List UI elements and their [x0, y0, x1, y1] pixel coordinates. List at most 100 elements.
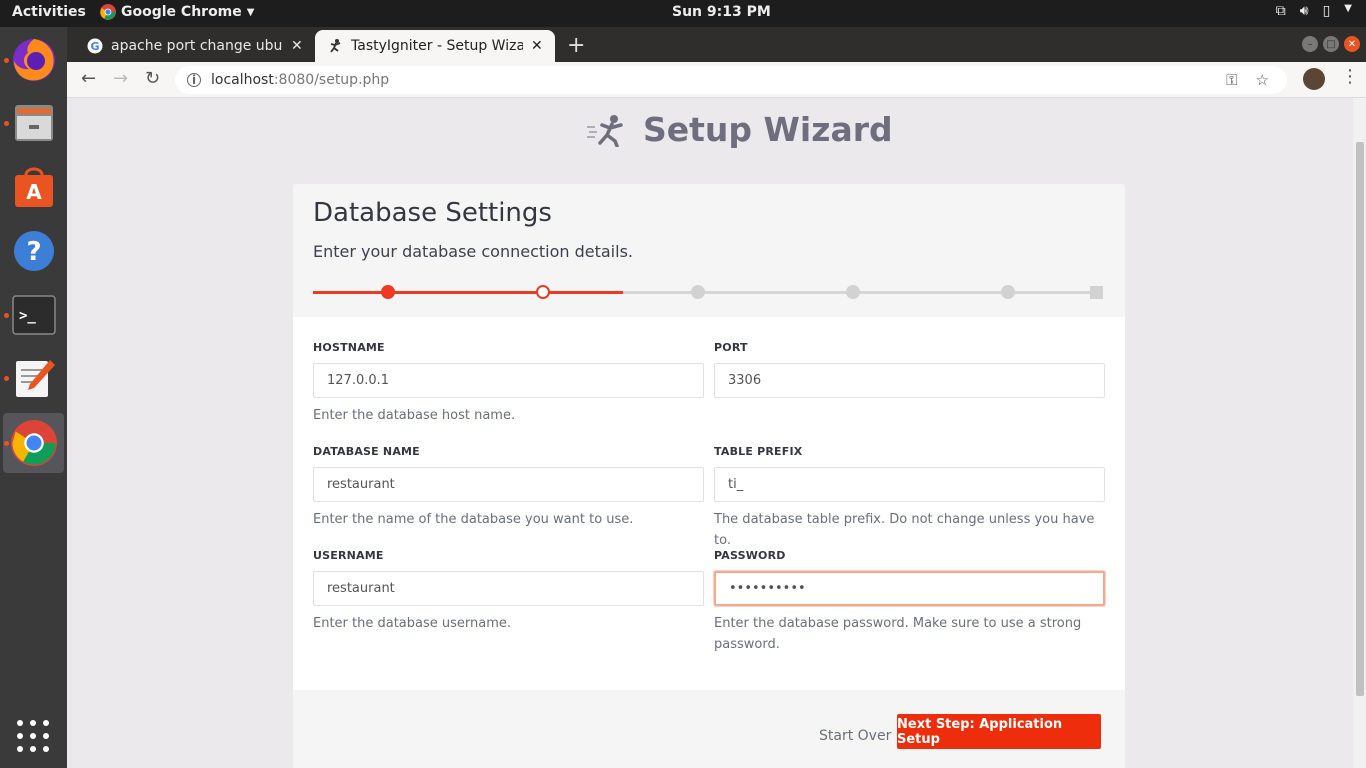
tab-apache-search[interactable]: G apache port change ubun ✕: [75, 30, 315, 62]
chrome-icon: [100, 4, 116, 20]
app-menu[interactable]: Google Chrome ▼: [100, 4, 254, 20]
database-name-help: Enter the name of the database you want …: [313, 512, 634, 527]
password-label: PASSWORD: [714, 549, 786, 562]
help-icon: ?: [13, 231, 54, 271]
password-input[interactable]: ••••••••••: [714, 571, 1105, 606]
svg-text:>_: >_: [19, 308, 36, 324]
start-over-link[interactable]: Start Over: [819, 728, 891, 744]
maximize-button[interactable]: □: [1323, 36, 1339, 52]
page-scrollbar[interactable]: [1353, 98, 1366, 768]
chrome-window: G apache port change ubun ✕ TastyIgniter…: [67, 27, 1366, 768]
port-field-group: PORT 3306: [714, 341, 1105, 445]
running-indicator: [4, 313, 9, 318]
brand-header: Setup Wizard: [585, 110, 893, 149]
new-tab-button[interactable]: +: [567, 33, 585, 58]
activities-button[interactable]: Activities: [12, 4, 86, 20]
clock[interactable]: Sun 9:13 PM: [672, 4, 771, 20]
forward-button[interactable]: →: [113, 68, 128, 89]
url-host: localhost: [211, 72, 274, 88]
port-input[interactable]: 3306: [714, 363, 1105, 398]
hostname-field-group: HOSTNAME 127.0.0.1 Enter the database ho…: [313, 341, 704, 445]
info-icon[interactable]: i: [187, 73, 201, 87]
reload-button[interactable]: ↻: [145, 68, 160, 89]
table-prefix-help: The database table prefix. Do not change…: [714, 512, 1095, 548]
port-label: PORT: [714, 341, 748, 354]
progress-step-2: [536, 285, 550, 299]
google-icon: G: [87, 38, 103, 54]
page-title: Setup Wizard: [643, 110, 893, 149]
username-input[interactable]: restaurant: [313, 571, 704, 606]
dock-firefox[interactable]: [3, 30, 64, 90]
next-step-button[interactable]: Next Step: Application Setup: [897, 714, 1101, 749]
close-icon[interactable]: ✕: [291, 38, 303, 54]
database-name-field-group: DATABASE NAME restaurant Enter the name …: [313, 445, 704, 549]
tab-strip: G apache port change ubun ✕ TastyIgniter…: [67, 27, 1366, 62]
dock-terminal[interactable]: >_: [3, 285, 64, 345]
gnome-top-bar: Activities Google Chrome ▼ Sun 9:13 PM ⧉…: [0, 0, 1366, 27]
database-name-label: DATABASE NAME: [313, 445, 420, 458]
show-applications-button[interactable]: [17, 720, 49, 752]
chrome-icon: [10, 420, 57, 466]
bookmark-star-icon[interactable]: ☆: [1256, 71, 1269, 89]
close-icon[interactable]: ✕: [531, 38, 543, 54]
svg-text:?: ?: [26, 237, 41, 267]
svg-text:A: A: [26, 180, 42, 204]
progress-step-3: [691, 285, 705, 299]
progress-fill: [313, 291, 623, 294]
table-prefix-input[interactable]: ti_: [714, 467, 1105, 502]
tastyigniter-logo-icon: [587, 114, 623, 147]
browser-toolbar: ← → ↻ i localhost:8080/setup.php ⚿ ☆ ⋮: [67, 62, 1366, 98]
hostname-label: HOSTNAME: [313, 341, 385, 354]
profile-avatar[interactable]: [1303, 68, 1325, 90]
system-tray[interactable]: ⧉ 🔊︎ ▯ ▼: [1276, 3, 1352, 19]
dock-help[interactable]: ?: [3, 221, 64, 281]
url-path: :8080/setup.php: [273, 72, 390, 88]
dock-software-center[interactable]: A: [3, 157, 64, 217]
running-indicator: [4, 376, 9, 381]
password-field-group: PASSWORD •••••••••• Enter the database p…: [714, 549, 1105, 653]
tab-setup-wizard[interactable]: TastyIgniter - Setup Wizar ✕: [315, 30, 555, 62]
card-subtitle: Enter your database connection details.: [313, 242, 633, 261]
address-bar[interactable]: i localhost:8080/setup.php ⚿ ☆: [175, 66, 1287, 94]
username-field-group: USERNAME restaurant Enter the database u…: [313, 549, 704, 653]
hostname-help: Enter the database host name.: [313, 408, 516, 423]
table-prefix-field-group: TABLE PREFIX ti_ The database table pref…: [714, 445, 1105, 549]
chrome-menu-button[interactable]: ⋮: [1341, 66, 1359, 87]
dock-files[interactable]: [3, 93, 64, 153]
text-editor-icon: [15, 360, 55, 397]
close-window-button[interactable]: ✕: [1344, 36, 1360, 52]
back-button[interactable]: ←: [81, 68, 96, 89]
minimize-button[interactable]: –: [1302, 36, 1318, 52]
scrollbar-thumb[interactable]: [1356, 142, 1364, 696]
running-indicator: [4, 58, 9, 63]
database-name-input[interactable]: restaurant: [313, 467, 704, 502]
card-title: Database Settings: [313, 198, 552, 228]
password-help: Enter the database password. Make sure t…: [714, 616, 1082, 652]
progress-step-6: [1090, 286, 1103, 299]
dock-text-editor[interactable]: [3, 348, 64, 408]
app-menu-label: Google Chrome: [121, 4, 242, 20]
tab-title: apache port change ubun: [111, 38, 283, 54]
hostname-input[interactable]: 127.0.0.1: [313, 363, 704, 398]
ubuntu-dock: A ? >_: [0, 27, 67, 768]
progress-step-1: [381, 285, 395, 299]
card-footer: Start Over Next Step: Application Setup: [293, 690, 1125, 768]
volume-icon: 🔊︎: [1299, 3, 1309, 19]
software-center-icon: A: [14, 167, 53, 207]
tastyigniter-icon: [330, 39, 341, 53]
page-viewport: Setup Wizard Database Settings Enter you…: [67, 98, 1353, 768]
username-help: Enter the database username.: [313, 616, 512, 631]
setup-card: Database Settings Enter your database co…: [293, 184, 1125, 768]
firefox-icon: [12, 39, 55, 81]
progress-step-5: [1001, 285, 1015, 299]
wizard-progress: [313, 285, 1103, 299]
username-label: USERNAME: [313, 549, 384, 562]
chevron-down-icon: ▼: [1344, 3, 1352, 14]
key-icon[interactable]: ⚿: [1226, 71, 1237, 89]
table-prefix-label: TABLE PREFIX: [714, 445, 803, 458]
database-form: HOSTNAME 127.0.0.1 Enter the database ho…: [313, 341, 1105, 653]
battery-icon: ▯: [1322, 3, 1331, 19]
running-indicator: [4, 441, 9, 446]
dock-chrome[interactable]: [3, 413, 64, 473]
tab-title: TastyIgniter - Setup Wizar: [351, 38, 523, 54]
